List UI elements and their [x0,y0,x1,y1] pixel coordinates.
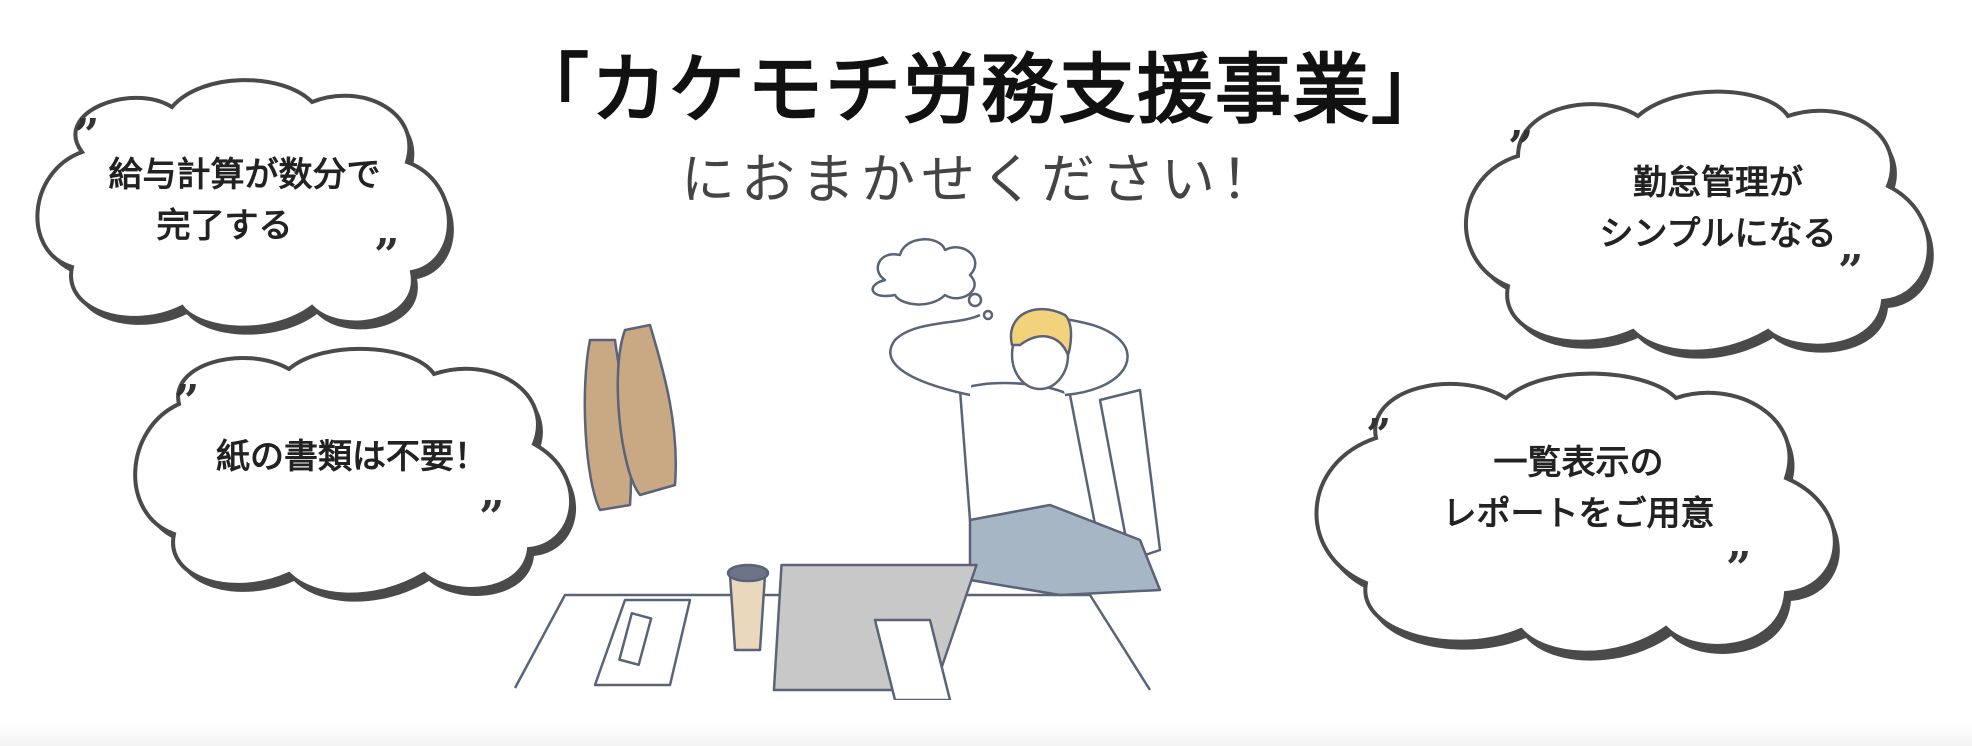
bubble-text-line: 完了する [156,206,293,246]
bubble-text-line: 一覧表示の [1493,443,1664,483]
thought-bubble-icon [871,238,977,306]
speech-cloud-attendance: ” ” 勤怠管理が シンプルになる [1458,86,1938,359]
speech-cloud-payroll: ” ” 給与計算が数分で 完了する [22,72,467,335]
footer-strip [0,722,1972,746]
quote-open-icon: ” [174,376,200,427]
quote-close-icon: ” [1726,543,1752,594]
relaxing-man-illustration [513,238,1162,700]
coffee-cup-icon [728,573,767,652]
bubble-text-line: レポートをご用意 [1442,494,1715,534]
bubble-text-line: 給与計算が数分で [108,155,381,195]
bubble-text-line: 勤怠管理が [1633,163,1803,203]
laptop-icon [772,563,978,692]
speech-cloud-reports: ” ” 一覧表示の レポートをご用意 [1306,368,1851,661]
bubble-text-line: シンプルになる [1599,214,1837,254]
